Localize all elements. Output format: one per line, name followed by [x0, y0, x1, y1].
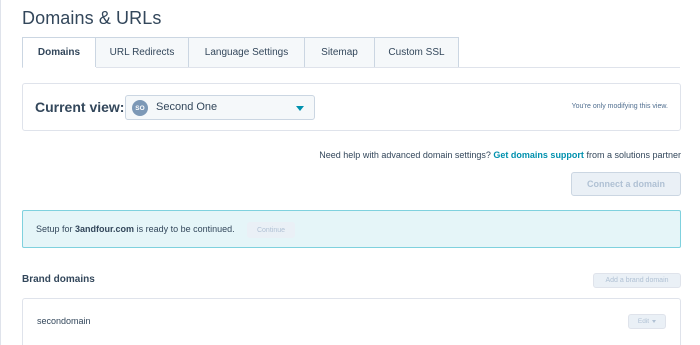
help-prefix: Need help with advanced domain settings?	[319, 150, 491, 160]
brand-domains-heading: Brand domains	[22, 274, 95, 285]
continue-button[interactable]: Continue	[247, 222, 295, 238]
setup-banner: Setup for 3andfour.com is ready to be co…	[22, 210, 681, 248]
page-title: Domains & URLs	[22, 8, 162, 28]
help-suffix: from a solutions partner	[586, 150, 681, 160]
view-select-dropdown[interactable]: SO Second One	[125, 95, 315, 120]
setup-prefix: Setup for	[36, 224, 73, 234]
selected-view-value: Second One	[156, 101, 218, 113]
current-view-panel: Current view: SO Second One You're only …	[22, 83, 681, 131]
tab-custom-ssl[interactable]: Custom SSL	[375, 37, 459, 68]
tab-url-redirects[interactable]: URL Redirects	[96, 37, 189, 68]
edit-label: Edit	[637, 318, 650, 325]
add-brand-domain-button[interactable]: Add a brand domain	[593, 273, 681, 288]
active-tab-gap	[23, 67, 96, 68]
tab-language-settings[interactable]: Language Settings	[189, 37, 305, 68]
edit-dropdown-button[interactable]: Edit	[628, 314, 666, 329]
setup-message: Setup for 3andfour.com is ready to be co…	[36, 224, 235, 234]
tab-sitemap[interactable]: Sitemap	[305, 37, 375, 68]
list-item: secondomain Edit	[22, 298, 681, 345]
domain-name: secondomain	[37, 316, 91, 326]
get-domains-support-link[interactable]: Get domains support	[493, 150, 584, 160]
connect-domain-button[interactable]: Connect a domain	[571, 172, 681, 196]
avatar: SO	[132, 100, 148, 116]
chevron-down-icon	[652, 320, 657, 323]
setup-suffix: is ready to be continued.	[136, 224, 235, 234]
current-view-label: Current view:	[35, 99, 125, 115]
view-scope-note: You're only modifying this view.	[571, 103, 668, 110]
tab-domains[interactable]: Domains	[22, 37, 96, 68]
tabs-underline	[22, 67, 680, 68]
left-divider	[0, 0, 1, 345]
help-text: Need help with advanced domain settings?…	[319, 150, 681, 160]
chevron-down-icon	[296, 106, 304, 111]
tab-bar: Domains URL Redirects Language Settings …	[22, 37, 459, 68]
setup-domain: 3andfour.com	[75, 224, 135, 234]
